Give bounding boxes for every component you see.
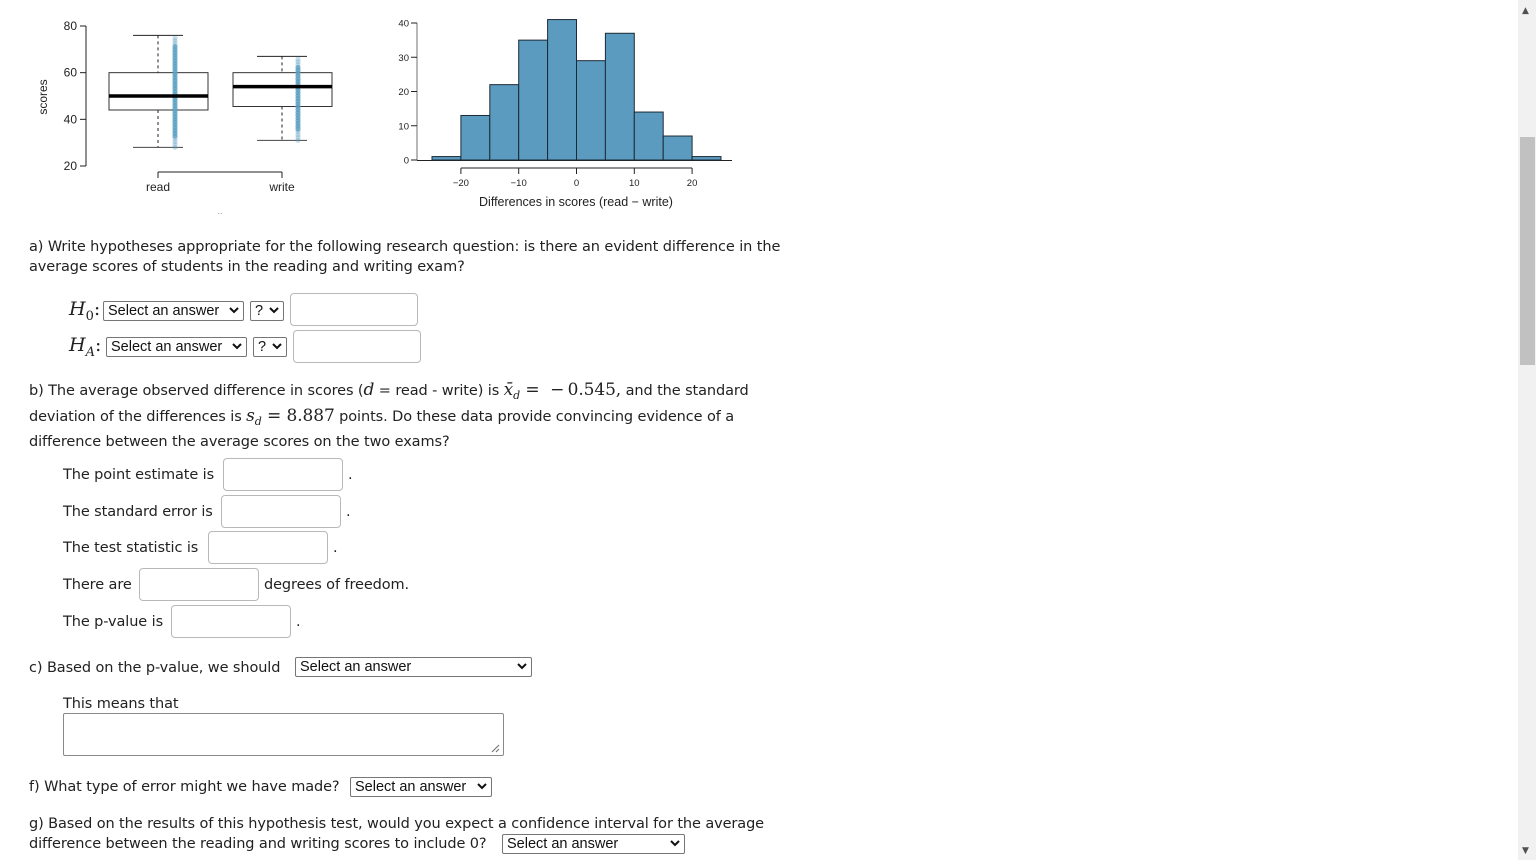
part-b-line3: difference between the average scores on… xyxy=(29,433,450,450)
boxplot-group-write xyxy=(232,55,333,143)
chevron-down-icon xyxy=(272,343,282,350)
histogram-y-tick-label: 10 xyxy=(398,121,409,132)
period: . xyxy=(346,504,351,520)
boxplot-y-axis: 20 40 60 80 xyxy=(64,19,87,173)
histogram-x-tick-label: −20 xyxy=(453,178,469,189)
this-means-that-label: This means that xyxy=(63,696,179,712)
chevron-down-icon xyxy=(229,307,239,314)
ha-value-input[interactable] xyxy=(293,330,421,363)
histogram-bar xyxy=(431,156,462,161)
chevron-down-icon xyxy=(477,783,487,790)
conclusion-textarea[interactable] xyxy=(63,713,504,756)
period: . xyxy=(296,614,301,630)
part-a-prompt: a) Write hypotheses appropriate for the … xyxy=(29,237,780,277)
ha-operator-select[interactable]: ? xyxy=(253,337,287,357)
part-a-prompt-line1: a) Write hypotheses appropriate for the … xyxy=(29,239,781,255)
boxplot-y-tick-label: 60 xyxy=(64,66,78,80)
boxplot-x-label-read: read xyxy=(146,180,170,194)
boxplot-group-read xyxy=(108,34,209,150)
histogram-bar xyxy=(576,60,606,161)
boxplot-y-tick-label: 40 xyxy=(64,112,78,126)
histogram-y-tick-label: 20 xyxy=(398,87,409,98)
ha-parameter-select[interactable]: Select an answer xyxy=(106,337,247,357)
h0-operator-select[interactable]: ? xyxy=(250,301,284,321)
period: . xyxy=(348,467,353,483)
scrollbar-thumb[interactable] xyxy=(1520,137,1535,365)
boxplot-chart: 20 40 60 80 scores read write .. xyxy=(36,19,333,216)
decision-select[interactable]: Select an answer xyxy=(295,657,532,677)
scroll-up-arrow-icon[interactable]: ▲ xyxy=(1522,6,1529,16)
resize-handle-icon[interactable] xyxy=(490,743,500,753)
histogram-bar xyxy=(633,111,664,161)
histogram-bar xyxy=(489,84,520,161)
part-b-prompt: b) The average observed difference in sc… xyxy=(29,380,829,452)
test-statistic-input[interactable] xyxy=(208,531,328,564)
histogram-bar xyxy=(518,39,549,161)
boxplot-x-label-write: write xyxy=(268,180,295,194)
box-iqr xyxy=(108,72,209,111)
caption-fragment: .. xyxy=(217,206,222,216)
h0-parameter-select[interactable]: Select an answer xyxy=(103,301,244,321)
chevron-down-icon xyxy=(517,663,527,670)
histogram-y-tick-label: 40 xyxy=(398,19,409,30)
histogram-x-tick-label: 0 xyxy=(574,178,579,189)
histogram-x-label: Differences in scores (read − write) xyxy=(479,195,673,209)
box-iqr xyxy=(232,72,333,107)
data-point xyxy=(295,56,301,62)
boxplot-y-tick-label: 80 xyxy=(64,19,78,33)
histogram-x-tick-label: −10 xyxy=(511,178,527,189)
part-g-line1: g) Based on the results of this hypothes… xyxy=(29,816,764,832)
chevron-down-icon xyxy=(232,343,242,350)
part-c-prompt: c) Based on the p-value, we should xyxy=(29,660,281,676)
histogram-y-tick-label: 30 xyxy=(398,53,409,64)
period: . xyxy=(333,540,338,556)
part-b-line2: deviation of the differences is sd = 8.8… xyxy=(29,405,735,428)
histogram-x-tick-label: 10 xyxy=(629,178,640,189)
histogram-bar xyxy=(460,114,491,161)
histogram-bar xyxy=(691,156,722,161)
vertical-scrollbar[interactable]: ▲ ▼ xyxy=(1518,0,1536,860)
histogram-y-tick-label: 0 xyxy=(404,156,409,167)
degrees-of-freedom-input[interactable] xyxy=(139,568,259,601)
standard-error-label: The standard error is xyxy=(63,504,213,520)
histogram-chart: 0 10 20 30 40 −20 −10 0 10 20 Differences in scor… xyxy=(398,19,732,209)
chevron-down-icon xyxy=(269,307,279,314)
error-type-select[interactable]: Select an answer xyxy=(350,777,492,797)
degrees-of-freedom-suffix: degrees of freedom. xyxy=(264,577,410,593)
ha-label: HA: xyxy=(69,334,102,360)
chevron-down-icon xyxy=(670,840,680,847)
data-point xyxy=(172,35,178,41)
test-statistic-label: The test statistic is xyxy=(63,540,199,556)
histogram-bar xyxy=(604,32,635,161)
p-value-input[interactable] xyxy=(171,605,291,638)
h0-label: H0: xyxy=(69,298,101,324)
histogram-x-tick-label: 20 xyxy=(687,178,698,189)
confidence-interval-select[interactable]: Select an answer xyxy=(502,834,685,854)
scroll-down-arrow-icon[interactable]: ▼ xyxy=(1522,846,1529,856)
point-estimate-input[interactable] xyxy=(223,458,343,491)
histogram-bar xyxy=(662,135,693,161)
degrees-of-freedom-prefix: There are xyxy=(63,577,132,593)
standard-error-input[interactable] xyxy=(221,495,341,528)
point-estimate-label: The point estimate is xyxy=(63,467,215,483)
boxplot-y-label: scores xyxy=(36,79,50,114)
boxplot-y-tick-label: 20 xyxy=(64,159,78,173)
part-a-prompt-line2: average scores of students in the readin… xyxy=(29,259,465,275)
h0-value-input[interactable] xyxy=(290,293,418,326)
p-value-label: The p-value is xyxy=(63,614,164,630)
histogram-bar xyxy=(547,19,578,161)
part-b-line1: b) The average observed difference in sc… xyxy=(29,380,749,402)
part-f-prompt: f) What type of error might we have made… xyxy=(29,779,340,795)
